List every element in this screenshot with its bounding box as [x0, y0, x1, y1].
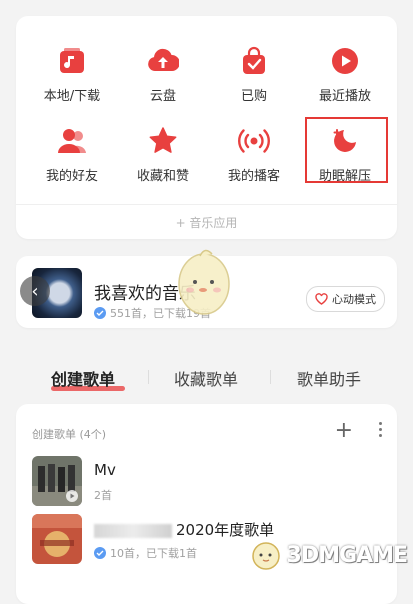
music-apps-button[interactable]: + 音乐应用 [16, 214, 397, 231]
podcast-icon [237, 124, 271, 158]
playlist-list-card: 创建歌单 (4个) + Mv 2首 2020年度歌单 10首，已下载1首 [16, 404, 397, 604]
playlist-subtitle: 10首，已下载1首 [94, 545, 197, 561]
back-arrow-icon[interactable]: ‹ [20, 276, 50, 306]
mascot-watermark-image [178, 249, 230, 315]
playlist-title: Mv [94, 461, 116, 479]
tab-playlist-assistant[interactable]: 歌单助手 [297, 366, 361, 390]
friends-icon [55, 124, 89, 158]
blurred-text [94, 523, 172, 538]
app-label: 本地/下载 [43, 89, 101, 104]
playlist-cover-image [32, 456, 82, 506]
shopping-bag-icon [237, 44, 271, 78]
watermark-text: 3DMGAME [286, 542, 408, 568]
cloud-upload-icon [146, 44, 180, 78]
list-header: 创建歌单 (4个) [32, 428, 107, 441]
divider [16, 204, 397, 205]
app-label: 收藏和赞 [136, 169, 189, 184]
playlist-subtitle: 2首 [94, 489, 112, 502]
app-recent-play[interactable]: 最近播放 [297, 44, 393, 104]
site-watermark: 3DMGAME [249, 538, 408, 572]
app-label: 我的好友 [45, 169, 98, 184]
tab-separator [270, 370, 271, 384]
tab-created-playlists[interactable]: 创建歌单 [51, 366, 115, 390]
more-options-icon[interactable] [379, 422, 383, 440]
app-local-download[interactable]: 本地/下载 [24, 44, 120, 104]
downloaded-check-icon [94, 307, 106, 319]
star-icon [146, 124, 180, 158]
play-icon [328, 44, 362, 78]
highlight-box [305, 117, 388, 183]
heart-mode-label: 心动模式 [332, 293, 376, 306]
tab-separator [148, 370, 149, 384]
watermark-mascot-icon [251, 542, 280, 570]
playlist-tabs: 创建歌单 收藏歌单 歌单助手 [16, 366, 397, 396]
app-my-friends[interactable]: 我的好友 [24, 124, 120, 184]
app-cloud-drive[interactable]: 云盘 [115, 44, 211, 104]
playlist-item[interactable]: Mv 2首 [32, 456, 381, 510]
heart-mode-button[interactable]: 心动模式 [306, 286, 385, 312]
app-my-podcast[interactable]: 我的播客 [206, 124, 302, 184]
download-folder-icon [55, 44, 89, 78]
tab-collected-playlists[interactable]: 收藏歌单 [174, 366, 238, 390]
app-label: 最近播放 [318, 89, 371, 104]
app-favorites-likes[interactable]: 收藏和赞 [115, 124, 211, 184]
add-playlist-icon[interactable]: + [335, 420, 353, 442]
heart-icon [315, 293, 328, 305]
playlist-title: 2020年度歌单 [94, 519, 274, 540]
app-label: 我的播客 [227, 169, 280, 184]
apps-card: 本地/下载 云盘 已购 最近播放 我的好友 收藏和赞 我的播客 助眠解压 + 音… [16, 16, 397, 239]
playlist-cover-image [32, 514, 82, 564]
app-purchased[interactable]: 已购 [206, 44, 302, 104]
app-label: 已购 [240, 89, 267, 104]
playlist-subtitle-text: 10首，已下载1首 [110, 547, 197, 560]
downloaded-check-icon [94, 547, 106, 559]
playlist-title-text: 2020年度歌单 [176, 521, 275, 539]
app-label: 云盘 [149, 89, 176, 104]
